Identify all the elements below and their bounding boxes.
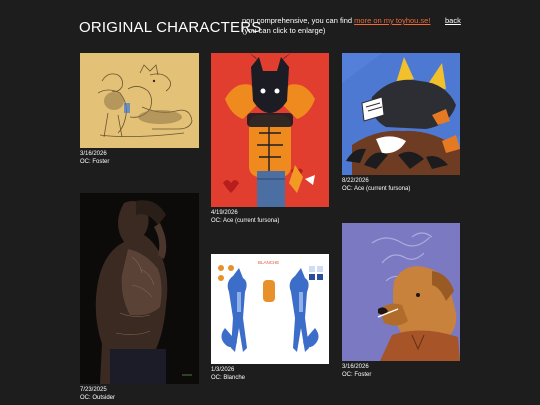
- artwork-date: 3/16/2026: [342, 364, 369, 370]
- ace-blue-image: [342, 53, 460, 175]
- artwork-thumbnail[interactable]: [80, 193, 199, 384]
- artwork-thumbnail[interactable]: [80, 53, 199, 148]
- card-caption: 8/22/2026 OC: Ace (current fursona): [342, 177, 460, 193]
- artwork-thumbnail[interactable]: [211, 53, 329, 207]
- page-title: ORIGINAL CHARACTERS: [79, 19, 262, 36]
- card-caption: 7/23/2025 OC: Outsider: [80, 386, 199, 402]
- outsider-image: [80, 193, 199, 384]
- foster-purple-image: [342, 223, 460, 361]
- artwork-thumbnail[interactable]: BLANCHE: [211, 254, 329, 364]
- intro-click-hint: (you can click to enlarge): [242, 25, 326, 35]
- artwork-date: 4/19/2026: [211, 210, 238, 216]
- gallery-card-ace-red[interactable]: 4/19/2026 OC: Ace (current fursona): [211, 53, 329, 225]
- gallery-card-blanche[interactable]: BLANCHE 1/3/2026 OC: Blanche: [211, 254, 329, 382]
- blanche-ref-sheet-image: BLANCHE: [211, 254, 329, 364]
- artwork-oc-name: OC: Blanche: [211, 375, 246, 381]
- gallery-card-foster-sketch[interactable]: 3/16/2026 OC: Foster: [80, 53, 199, 166]
- card-caption: 4/19/2026 OC: Ace (current fursona): [211, 209, 329, 225]
- intro-prefix: non comprehensive, you can find: [242, 16, 355, 25]
- artwork-thumbnail[interactable]: [342, 53, 460, 175]
- card-caption: 3/16/2026 OC: Foster: [80, 150, 199, 166]
- ref-sheet-name-label: BLANCHE: [258, 260, 279, 265]
- gallery-card-foster-purple[interactable]: 3/16/2026 OC: Foster: [342, 223, 460, 379]
- artwork-date: 8/22/2026: [342, 178, 369, 184]
- toyhouse-link[interactable]: more on my toyhou.se!: [354, 16, 430, 25]
- ace-red-image: [211, 53, 329, 207]
- artwork-date: 3/16/2026: [80, 151, 107, 157]
- artwork-date: 7/23/2025: [80, 387, 107, 393]
- gallery-card-outsider[interactable]: 7/23/2025 OC: Outsider: [80, 193, 199, 402]
- gallery-card-ace-blue[interactable]: 8/22/2026 OC: Ace (current fursona): [342, 53, 460, 193]
- oc-gallery-page: ORIGINAL CHARACTERS non comprehensive, y…: [0, 0, 540, 405]
- back-link[interactable]: back: [445, 16, 461, 26]
- artwork-oc-name: OC: Outsider: [80, 395, 116, 401]
- artwork-oc-name: OC: Foster: [342, 372, 372, 378]
- artwork-thumbnail[interactable]: [342, 223, 460, 361]
- card-caption: 1/3/2026 OC: Blanche: [211, 366, 329, 382]
- artwork-oc-name: OC: Ace (current fursona): [211, 218, 280, 224]
- intro-text: non comprehensive, you can find more on …: [242, 16, 442, 35]
- artwork-oc-name: OC: Foster: [80, 159, 110, 165]
- foster-sketch-image: [80, 53, 199, 148]
- artwork-date: 1/3/2026: [211, 367, 235, 373]
- card-caption: 3/16/2026 OC: Foster: [342, 363, 460, 379]
- artwork-oc-name: OC: Ace (current fursona): [342, 186, 411, 192]
